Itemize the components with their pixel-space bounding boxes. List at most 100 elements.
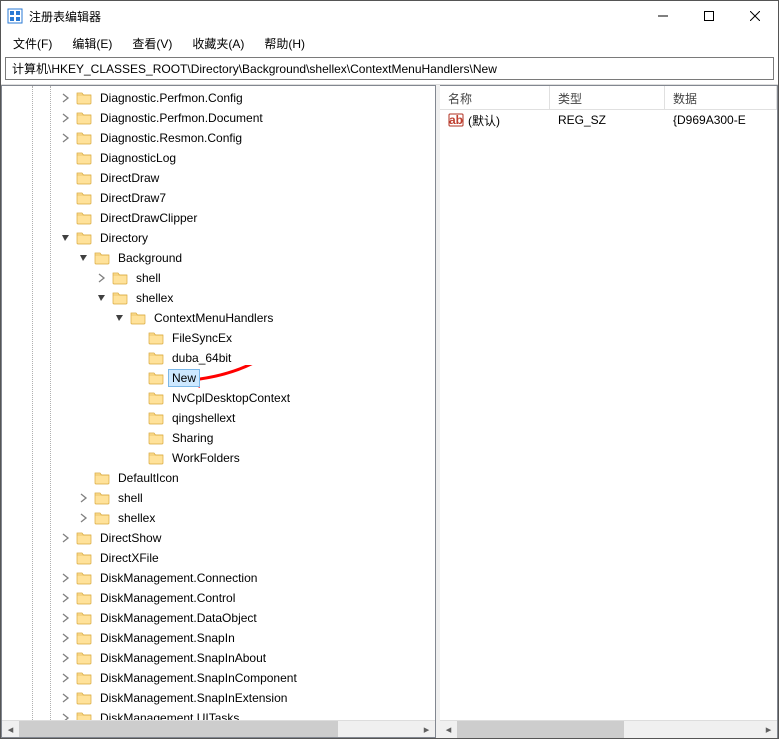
tree-node[interactable]: New (2, 368, 435, 388)
tree-node[interactable]: duba_64bit (2, 348, 435, 368)
list-body[interactable]: ab (默认) REG_SZ {D969A300-E (440, 110, 777, 720)
tree-node-label[interactable]: DirectDrawClipper (96, 209, 201, 227)
collapse-icon[interactable] (58, 230, 74, 246)
expand-icon[interactable] (94, 270, 110, 286)
tree-node-label[interactable]: DiskManagement.SnapInComponent (96, 669, 301, 687)
expand-icon[interactable] (58, 650, 74, 666)
col-name[interactable]: 名称 (440, 86, 550, 109)
tree-node[interactable]: DirectDraw (2, 168, 435, 188)
scroll-track[interactable] (457, 721, 760, 738)
expand-icon[interactable] (58, 90, 74, 106)
tree-node[interactable]: Diagnostic.Perfmon.Document (2, 108, 435, 128)
expand-icon[interactable] (58, 610, 74, 626)
scroll-left-button[interactable]: ◂ (440, 721, 457, 738)
tree-node-label[interactable]: qingshellext (168, 409, 239, 427)
tree-node[interactable]: qingshellext (2, 408, 435, 428)
tree-node-label[interactable]: DiskManagement.Control (96, 589, 239, 607)
tree-node[interactable]: ContextMenuHandlers (2, 308, 435, 328)
tree-node-label[interactable]: DirectShow (96, 529, 165, 547)
tree-node-label[interactable]: FileSyncEx (168, 329, 236, 347)
tree-node-label[interactable]: DiskManagement.SnapIn (96, 629, 239, 647)
menu-edit[interactable]: 编辑(E) (68, 33, 116, 54)
tree-node[interactable]: WorkFolders (2, 448, 435, 468)
collapse-icon[interactable] (94, 290, 110, 306)
tree-node-label[interactable]: Sharing (168, 429, 217, 447)
tree-node-label[interactable]: DefaultIcon (114, 469, 183, 487)
col-type[interactable]: 类型 (550, 86, 665, 109)
tree-node-label[interactable]: DiagnosticLog (96, 149, 180, 167)
title-bar[interactable]: 注册表编辑器 (1, 1, 778, 31)
tree-node[interactable]: DiskManagement.SnapInAbout (2, 648, 435, 668)
tree-node[interactable]: FileSyncEx (2, 328, 435, 348)
tree-node[interactable]: DiskManagement.SnapInExtension (2, 688, 435, 708)
expand-icon[interactable] (58, 630, 74, 646)
tree-node-label[interactable]: DiskManagement.SnapInExtension (96, 689, 291, 707)
tree-node-label[interactable]: Diagnostic.Perfmon.Config (96, 89, 247, 107)
tree-node-label[interactable]: DirectDraw7 (96, 189, 170, 207)
scroll-left-button[interactable]: ◂ (2, 721, 19, 738)
expand-icon[interactable] (76, 510, 92, 526)
tree-node[interactable]: DirectDraw7 (2, 188, 435, 208)
tree-pane[interactable]: Diagnostic.Perfmon.Config Diagnostic.Perf… (1, 85, 436, 738)
tree-node[interactable]: DefaultIcon (2, 468, 435, 488)
tree-node[interactable]: shell (2, 268, 435, 288)
expand-icon[interactable] (58, 110, 74, 126)
tree-node-label[interactable]: duba_64bit (168, 349, 235, 367)
tree-node-label[interactable]: NvCplDesktopContext (168, 389, 294, 407)
tree-node-label[interactable]: WorkFolders (168, 449, 244, 467)
tree-node-label[interactable]: New (168, 369, 200, 387)
scroll-right-button[interactable]: ▸ (760, 721, 777, 738)
tree-node-label[interactable]: DiskManagement.SnapInAbout (96, 649, 270, 667)
tree-node[interactable]: shellex (2, 508, 435, 528)
tree-node-label[interactable]: DiskManagement.DataObject (96, 609, 261, 627)
minimize-button[interactable] (640, 1, 686, 31)
maximize-button[interactable] (686, 1, 732, 31)
tree-node[interactable]: Directory (2, 228, 435, 248)
tree-node-label[interactable]: DiskManagement.Connection (96, 569, 261, 587)
tree-node[interactable]: DiskManagement.Connection (2, 568, 435, 588)
collapse-icon[interactable] (76, 250, 92, 266)
expand-icon[interactable] (58, 670, 74, 686)
menu-file[interactable]: 文件(F) (9, 33, 56, 54)
scroll-right-button[interactable]: ▸ (418, 721, 435, 738)
tree-node[interactable]: DirectShow (2, 528, 435, 548)
col-data[interactable]: 数据 (665, 86, 777, 109)
tree-node[interactable]: shellex (2, 288, 435, 308)
menu-favorites[interactable]: 收藏夹(A) (188, 33, 248, 54)
tree-node[interactable]: Diagnostic.Perfmon.Config (2, 88, 435, 108)
tree-node-label[interactable]: shellex (132, 289, 177, 307)
expand-icon[interactable] (58, 690, 74, 706)
menu-help[interactable]: 帮助(H) (260, 33, 309, 54)
tree-node[interactable]: DiskManagement.SnapIn (2, 628, 435, 648)
collapse-icon[interactable] (112, 310, 128, 326)
expand-icon[interactable] (58, 530, 74, 546)
tree-node[interactable]: DiskManagement.Control (2, 588, 435, 608)
tree-node-label[interactable]: Diagnostic.Resmon.Config (96, 129, 246, 147)
tree-node-label[interactable]: Background (114, 249, 186, 267)
tree-node-label[interactable]: shellex (114, 509, 159, 527)
tree-node-label[interactable]: shell (114, 489, 147, 507)
tree-node-label[interactable]: Directory (96, 229, 152, 247)
tree-node[interactable]: DirectDrawClipper (2, 208, 435, 228)
tree-node-label[interactable]: DirectDraw (96, 169, 163, 187)
tree-node-label[interactable]: DirectXFile (96, 549, 163, 567)
menu-view[interactable]: 查看(V) (128, 33, 176, 54)
address-bar[interactable]: 计算机\HKEY_CLASSES_ROOT\Directory\Backgrou… (5, 57, 774, 80)
tree-horizontal-scrollbar[interactable]: ◂ ▸ (2, 720, 435, 737)
expand-icon[interactable] (58, 590, 74, 606)
tree-node[interactable]: NvCplDesktopContext (2, 388, 435, 408)
expand-icon[interactable] (58, 570, 74, 586)
tree-node[interactable]: Diagnostic.Resmon.Config (2, 128, 435, 148)
close-button[interactable] (732, 1, 778, 31)
tree-node[interactable]: shell (2, 488, 435, 508)
list-horizontal-scrollbar[interactable]: ◂ ▸ (440, 720, 777, 737)
tree-node[interactable]: DiskManagement.SnapInComponent (2, 668, 435, 688)
list-header[interactable]: 名称 类型 数据 (440, 86, 777, 110)
tree-node[interactable]: DiskManagement.DataObject (2, 608, 435, 628)
tree-node-label[interactable]: Diagnostic.Perfmon.Document (96, 109, 267, 127)
tree-node-label[interactable]: shell (132, 269, 165, 287)
expand-icon[interactable] (76, 490, 92, 506)
tree-node-label[interactable]: ContextMenuHandlers (150, 309, 277, 327)
tree-node[interactable]: Background (2, 248, 435, 268)
expand-icon[interactable] (58, 130, 74, 146)
